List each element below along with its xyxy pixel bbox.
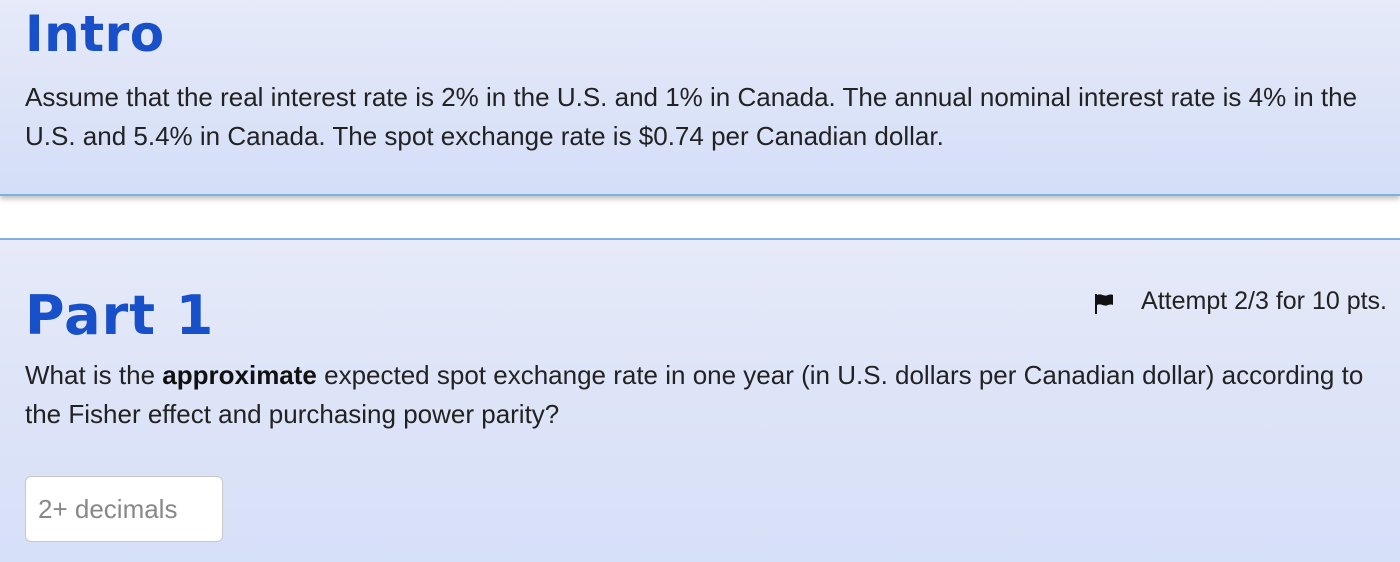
question-prefix: What is the: [25, 360, 163, 390]
attempt-info: Attempt 2/3 for 10 pts.: [1093, 284, 1387, 318]
part1-card: Part 1 Attempt 2/3 for 10 pts. What is t…: [0, 238, 1400, 562]
part1-title: Part 1: [25, 284, 215, 347]
question-text: What is the approximate expected spot ex…: [25, 356, 1385, 434]
intro-title: Intro: [25, 5, 165, 63]
question-emphasis: approximate: [162, 360, 317, 390]
intro-card: Intro Assume that the real interest rate…: [0, 0, 1400, 196]
attempt-text: Attempt 2/3 for 10 pts.: [1141, 287, 1387, 315]
flag-icon[interactable]: [1093, 290, 1115, 314]
intro-text: Assume that the real interest rate is 2%…: [25, 82, 1358, 151]
answer-input[interactable]: [25, 476, 223, 542]
